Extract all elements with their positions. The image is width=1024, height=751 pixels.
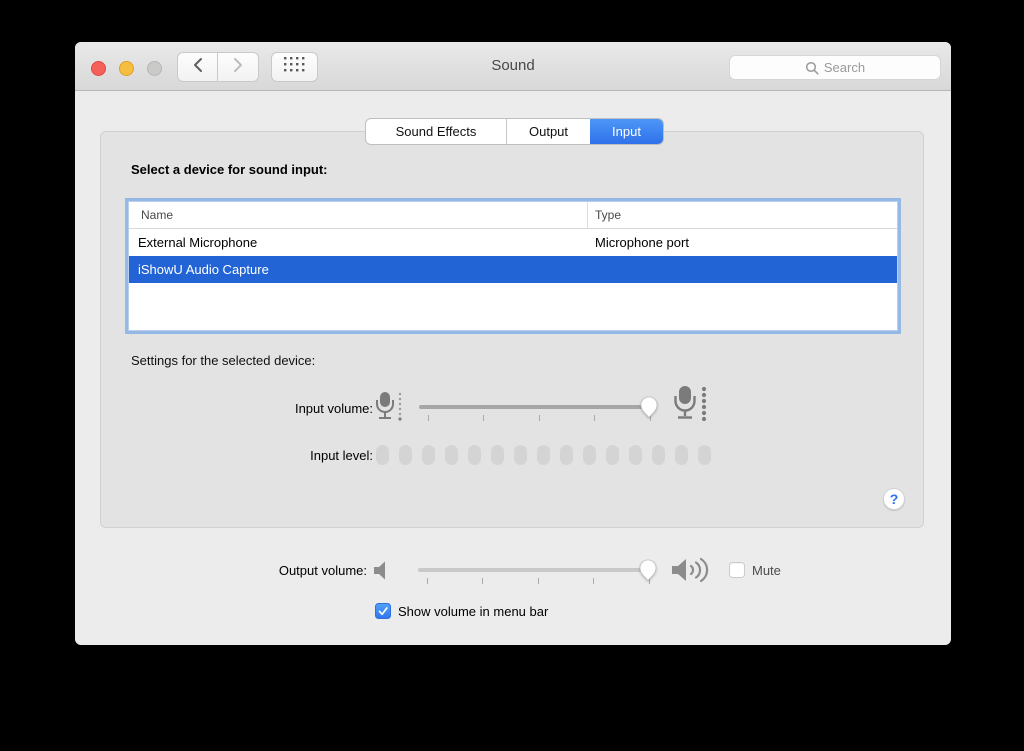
input-level-meter — [376, 445, 711, 465]
help-button[interactable]: ? — [883, 488, 905, 510]
question-mark-icon: ? — [890, 491, 899, 507]
mute-label: Mute — [752, 563, 781, 578]
column-header-type: Type — [595, 208, 621, 222]
device-table[interactable]: Name Type External Microphone Microphone… — [128, 201, 898, 331]
device-section-label: Select a device for sound input: — [131, 162, 327, 177]
input-volume-thumb[interactable] — [639, 395, 659, 419]
mic-high-sensitivity-icon — [671, 384, 711, 431]
mute-checkbox[interactable] — [729, 562, 745, 578]
search-icon — [805, 61, 819, 75]
title-bar: Sound Search — [75, 42, 951, 91]
volume-min-icon — [373, 560, 393, 586]
search-placeholder: Search — [824, 60, 865, 75]
input-volume-slider[interactable] — [419, 392, 656, 422]
mic-low-sensitivity-icon — [373, 390, 405, 431]
column-divider — [587, 202, 588, 228]
output-volume-slider[interactable] — [418, 555, 655, 585]
cell-device-name: iShowU Audio Capture — [138, 262, 269, 277]
output-volume-label: Output volume: — [75, 563, 367, 578]
tab-sound-effects[interactable]: Sound Effects — [366, 119, 506, 144]
sound-preferences-window: Sound Search Sound Effects Output Input … — [75, 42, 951, 645]
search-input[interactable]: Search — [729, 55, 941, 80]
volume-max-icon — [671, 556, 715, 589]
cell-device-type: Microphone port — [595, 235, 689, 250]
output-volume-thumb[interactable] — [638, 558, 658, 582]
input-level-label: Input level: — [101, 448, 373, 463]
input-volume-track[interactable] — [419, 405, 656, 409]
tab-output[interactable]: Output — [506, 119, 590, 144]
input-pane: Select a device for sound input: Name Ty… — [100, 131, 924, 528]
column-header-name: Name — [141, 208, 173, 222]
input-volume-label: Input volume: — [101, 401, 373, 416]
table-row-external-microphone[interactable]: External Microphone Microphone port — [129, 229, 897, 256]
checkmark-icon — [377, 605, 389, 617]
tab-input[interactable]: Input — [590, 119, 663, 144]
cell-device-name: External Microphone — [138, 235, 257, 250]
tab-bar: Sound Effects Output Input — [365, 118, 664, 145]
output-volume-track[interactable] — [418, 568, 655, 572]
settings-section-label: Settings for the selected device: — [131, 353, 315, 368]
table-row-ishowu-audio-capture[interactable]: iShowU Audio Capture — [129, 256, 897, 283]
show-volume-checkbox[interactable] — [375, 603, 391, 619]
device-table-header: Name Type — [129, 202, 897, 229]
show-volume-label: Show volume in menu bar — [398, 604, 548, 619]
